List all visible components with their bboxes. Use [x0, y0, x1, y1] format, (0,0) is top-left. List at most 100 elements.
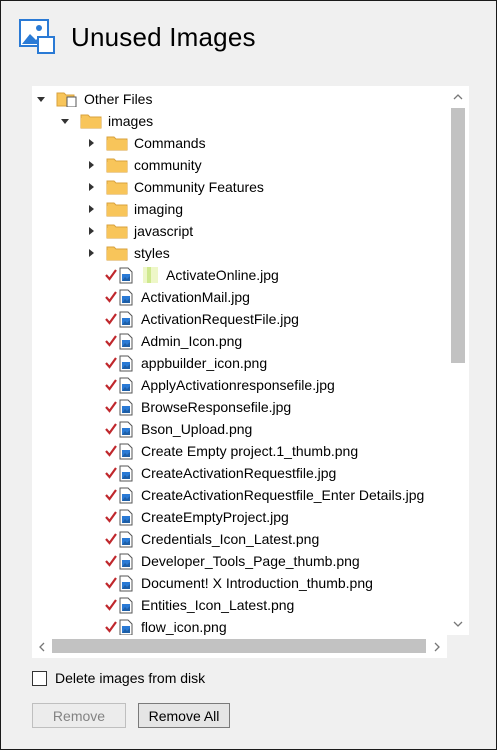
expand-arrow-icon[interactable]: [86, 226, 96, 236]
image-file-icon: [119, 465, 133, 481]
image-file-icon: [119, 487, 133, 503]
folder-icon: [106, 224, 128, 239]
vertical-scroll-thumb[interactable]: [451, 108, 465, 363]
tree-node-folder[interactable]: styles: [86, 242, 170, 264]
tree-node-file[interactable]: ActivationRequestFile.jpg: [104, 308, 299, 330]
files-folder-icon: [56, 92, 77, 107]
tree-node-file[interactable]: Credentials_Icon_Latest.png: [104, 528, 319, 550]
image-file-icon: [119, 553, 133, 569]
tree-item-label: ApplyActivationresponsefile.jpg: [141, 377, 335, 393]
expand-arrow-icon[interactable]: [86, 138, 96, 148]
tree-node-folder[interactable]: Community Features: [86, 176, 264, 198]
tree-item-label: Commands: [134, 135, 206, 151]
checkmark-icon[interactable]: [104, 268, 118, 282]
image-file-icon: [119, 597, 133, 613]
image-file-icon: [119, 289, 133, 305]
horizontal-scroll-thumb[interactable]: [52, 639, 426, 653]
tree-node-folder[interactable]: Commands: [86, 132, 206, 154]
checkmark-icon[interactable]: [104, 422, 118, 436]
checkmark-icon[interactable]: [104, 356, 118, 370]
checkmark-icon[interactable]: [104, 510, 118, 524]
tree-node-other-files[interactable]: Other Files: [36, 88, 152, 110]
checkmark-icon[interactable]: [104, 554, 118, 568]
image-file-icon: [119, 399, 133, 415]
image-file-icon: [119, 619, 133, 635]
tree-node-file[interactable]: CreateActivationRequestfile_Enter Detail…: [104, 484, 424, 506]
tree-node-folder[interactable]: community: [86, 154, 202, 176]
image-file-icon: [119, 267, 133, 283]
expand-arrow-icon[interactable]: [86, 204, 96, 214]
image-file-icon: [119, 333, 133, 349]
tree-node-file[interactable]: Admin_Icon.png: [104, 330, 242, 352]
checkmark-icon[interactable]: [104, 466, 118, 480]
tree-item-label: CreateActivationRequestfile.jpg: [141, 465, 337, 481]
tree-item-label: Admin_Icon.png: [141, 333, 243, 349]
scroll-left-arrow-icon[interactable]: [32, 635, 52, 658]
checkmark-icon[interactable]: [104, 444, 118, 458]
tree-item-label: javascript: [134, 223, 194, 239]
tree-node-file[interactable]: Entities_Icon_Latest.png: [104, 594, 294, 616]
checkmark-icon[interactable]: [104, 378, 118, 392]
tree-item-label: Document! X Introduction_thumb.png: [141, 575, 373, 591]
remove-button[interactable]: Remove: [32, 703, 126, 728]
scroll-up-arrow-icon[interactable]: [447, 86, 469, 108]
tree-node-file[interactable]: ApplyActivationresponsefile.jpg: [104, 374, 335, 396]
tree-item-label: flow_icon.png: [141, 619, 227, 635]
checkmark-icon[interactable]: [104, 400, 118, 414]
checkmark-icon[interactable]: [104, 290, 118, 304]
unused-images-tree[interactable]: Other Files images Commands community Co…: [32, 86, 469, 658]
folder-icon: [106, 246, 128, 261]
checkmark-icon[interactable]: [104, 312, 118, 326]
tree-node-file[interactable]: appbuilder_icon.png: [104, 352, 267, 374]
checkmark-icon[interactable]: [104, 598, 118, 612]
delete-from-disk-label[interactable]: Delete images from disk: [55, 670, 205, 686]
collapse-arrow-icon[interactable]: [60, 116, 70, 126]
tree-item-label: ActivationRequestFile.jpg: [141, 311, 299, 327]
scroll-down-arrow-icon[interactable]: [447, 613, 469, 635]
expand-arrow-icon[interactable]: [86, 160, 96, 170]
tree-item-label: Community Features: [134, 179, 264, 195]
tree-node-file[interactable]: flow_icon.png: [104, 616, 227, 635]
folder-icon: [106, 202, 128, 217]
tree-node-file[interactable]: CreateActivationRequestfile.jpg: [104, 462, 336, 484]
image-gallery-icon: [19, 19, 55, 54]
dialog-header: Unused Images: [19, 15, 256, 59]
expand-arrow-icon[interactable]: [86, 248, 96, 258]
tree-item-label: Entities_Icon_Latest.png: [141, 597, 295, 613]
image-file-icon: [119, 377, 133, 393]
tree-item-label: Bson_Upload.png: [141, 421, 253, 437]
tree-item-label: appbuilder_icon.png: [141, 355, 268, 371]
tree-node-file[interactable]: Document! X Introduction_thumb.png: [104, 572, 373, 594]
scroll-right-arrow-icon[interactable]: [427, 635, 447, 658]
checkmark-icon[interactable]: [104, 576, 118, 590]
image-file-icon: [119, 443, 133, 459]
tree-node-file[interactable]: Developer_Tools_Page_thumb.png: [104, 550, 360, 572]
checkmark-icon[interactable]: [104, 488, 118, 502]
checkmark-icon[interactable]: [104, 620, 118, 634]
tree-node-folder[interactable]: imaging: [86, 198, 183, 220]
tree-node-file[interactable]: ActivationMail.jpg: [104, 286, 250, 308]
scrollbar-corner: [447, 635, 469, 658]
checkmark-icon[interactable]: [104, 532, 118, 546]
tree-item-label: community: [134, 157, 202, 173]
vertical-scrollbar[interactable]: [447, 86, 469, 635]
collapse-arrow-icon[interactable]: [36, 94, 46, 104]
tree-node-file[interactable]: BrowseResponsefile.jpg: [104, 396, 291, 418]
delete-from-disk-option[interactable]: Delete images from disk: [32, 670, 205, 686]
image-thumbnail-icon: [143, 267, 158, 283]
tree-node-file[interactable]: ActivateOnline.jpg: [104, 264, 279, 286]
tree-item-label: CreateEmptyProject.jpg: [141, 509, 289, 525]
horizontal-scrollbar[interactable]: [32, 635, 447, 658]
delete-from-disk-checkbox[interactable]: [32, 670, 47, 686]
remove-all-button[interactable]: Remove All: [138, 703, 230, 728]
tree-item-label: styles: [134, 245, 170, 261]
tree-node-folder[interactable]: javascript: [86, 220, 193, 242]
expand-arrow-icon[interactable]: [86, 182, 96, 192]
tree-node-file[interactable]: CreateEmptyProject.jpg: [104, 506, 289, 528]
tree-viewport[interactable]: Other Files images Commands community Co…: [32, 86, 447, 635]
tree-node-file[interactable]: Bson_Upload.png: [104, 418, 252, 440]
checkmark-icon[interactable]: [104, 334, 118, 348]
tree-node-images[interactable]: images: [60, 110, 153, 132]
tree-node-file[interactable]: Create Empty project.1_thumb.png: [104, 440, 358, 462]
folder-icon: [106, 136, 128, 151]
